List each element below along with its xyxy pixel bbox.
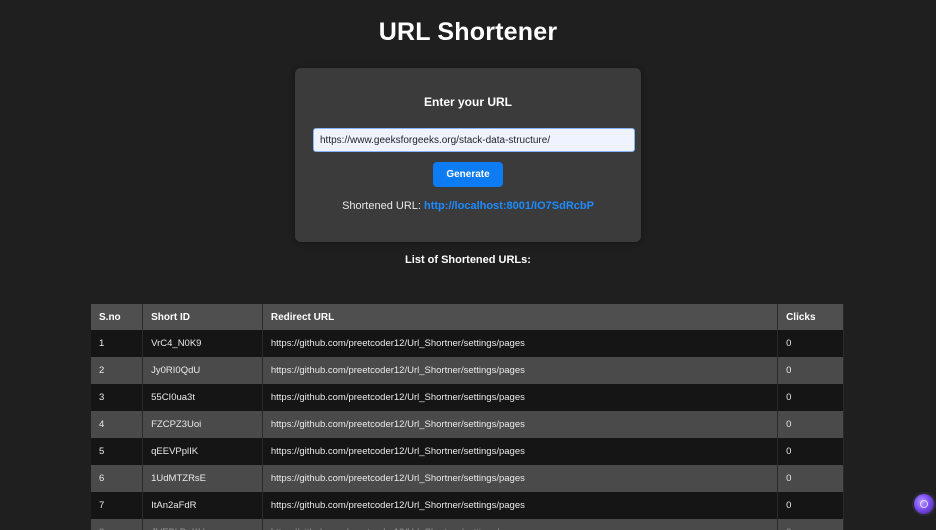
table-row: 7 ItAn2aFdR https://github.com/preetcode… xyxy=(91,492,844,519)
cell-redirect-url: https://github.com/preetcoder12/Url_Shor… xyxy=(262,384,779,411)
cell-clicks: 0 xyxy=(777,465,844,492)
cell-clicks: 0 xyxy=(777,411,844,438)
table-row: 4 FZCPZ3Uoi https://github.com/preetcode… xyxy=(91,411,844,438)
cell-sno: 3 xyxy=(91,384,144,411)
cell-short-id: FZCPZ3Uoi xyxy=(142,411,263,438)
cell-redirect-url: https://github.com/preetcoder12/Url_Shor… xyxy=(262,519,779,530)
table-row: 3 55CI0ua3t https://github.com/preetcode… xyxy=(91,384,844,411)
cell-clicks: 0 xyxy=(777,492,844,519)
page-title: URL Shortener xyxy=(378,18,558,46)
shortened-url-result: Shortened URL: http://localhost:8001/IO7… xyxy=(295,200,641,212)
column-header-redirect-url: Redirect URL xyxy=(262,304,779,330)
shortened-url-label: Shortened URL: xyxy=(342,200,421,212)
cell-clicks: 0 xyxy=(777,357,844,384)
urls-table: S.no Short ID Redirect URL Clicks 1 VrC4… xyxy=(91,304,844,530)
table-row: 5 qEEVPplIK https://github.com/preetcode… xyxy=(91,438,844,465)
shortened-url-link[interactable]: http://localhost:8001/IO7SdRcbP xyxy=(424,200,594,212)
cell-sno: 1 xyxy=(91,330,144,357)
cell-short-id: Jy0RI0QdU xyxy=(142,357,263,384)
column-header-clicks: Clicks xyxy=(777,304,844,330)
table-row: 2 Jy0RI0QdU https://github.com/preetcode… xyxy=(91,357,844,384)
cell-short-id: qEEVPplIK xyxy=(142,438,263,465)
cell-redirect-url: https://github.com/preetcoder12/Url_Shor… xyxy=(262,438,779,465)
cell-sno: 8 xyxy=(91,519,144,530)
cell-clicks: 0 xyxy=(777,330,844,357)
table-row: 6 1UdMTZRsE https://github.com/preetcode… xyxy=(91,465,844,492)
cell-clicks: 0 xyxy=(777,438,844,465)
cell-clicks: 0 xyxy=(777,519,844,530)
cell-short-id: JVEBkD_KU xyxy=(142,519,263,530)
cell-sno: 4 xyxy=(91,411,144,438)
cell-clicks: 0 xyxy=(777,384,844,411)
column-header-sno: S.no xyxy=(91,304,144,330)
cell-sno: 2 xyxy=(91,357,144,384)
column-header-short-id: Short ID xyxy=(142,304,263,330)
url-form-card: Enter your URL Generate Shortened URL: h… xyxy=(295,68,641,242)
assistant-orb-icon[interactable] xyxy=(914,494,934,514)
cell-sno: 5 xyxy=(91,438,144,465)
cell-short-id: VrC4_N0K9 xyxy=(142,330,263,357)
cell-sno: 7 xyxy=(91,492,144,519)
page: URL Shortener Enter your URL Generate Sh… xyxy=(0,0,936,530)
cell-redirect-url: https://github.com/preetcoder12/Url_Shor… xyxy=(262,465,779,492)
form-heading: Enter your URL xyxy=(423,95,512,109)
cell-redirect-url: https://github.com/preetcoder12/Url_Shor… xyxy=(262,411,779,438)
list-heading: List of Shortened URLs: xyxy=(405,254,531,266)
cell-redirect-url: https://github.com/preetcoder12/Url_Shor… xyxy=(262,330,779,357)
table-row: 1 VrC4_N0K9 https://github.com/preetcode… xyxy=(91,330,844,357)
cell-sno: 6 xyxy=(91,465,144,492)
cell-redirect-url: https://github.com/preetcoder12/Url_Shor… xyxy=(262,357,779,384)
table-row: 8 JVEBkD_KU https://github.com/preetcode… xyxy=(91,519,844,530)
cell-short-id: 1UdMTZRsE xyxy=(142,465,263,492)
urls-table-container: S.no Short ID Redirect URL Clicks 1 VrC4… xyxy=(91,304,844,530)
cell-redirect-url: https://github.com/preetcoder12/Url_Shor… xyxy=(262,492,779,519)
url-input[interactable] xyxy=(313,128,635,152)
generate-button[interactable]: Generate xyxy=(433,162,503,187)
cell-short-id: 55CI0ua3t xyxy=(142,384,263,411)
cell-short-id: ItAn2aFdR xyxy=(142,492,263,519)
table-header-row: S.no Short ID Redirect URL Clicks xyxy=(91,304,844,330)
